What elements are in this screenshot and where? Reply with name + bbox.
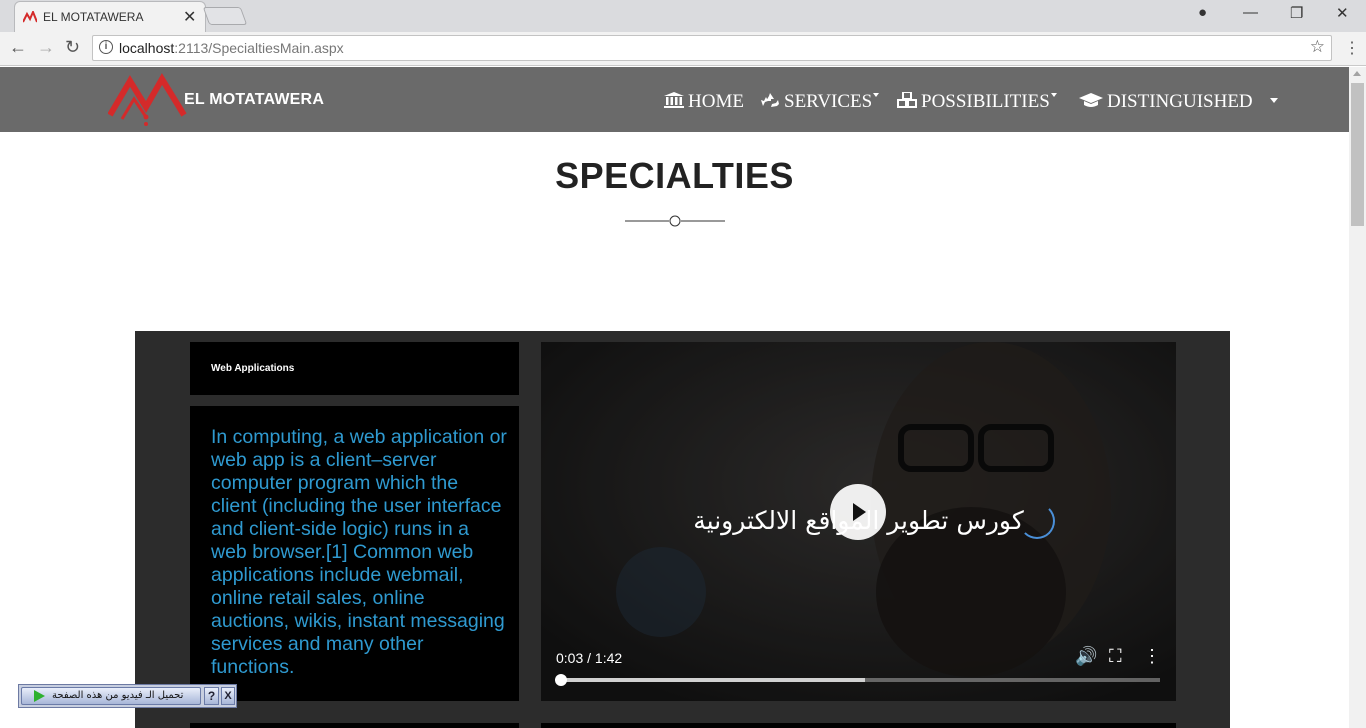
help-icon[interactable]: ? (204, 687, 219, 705)
specialty-card-body: In computing, a web application or web a… (190, 406, 519, 701)
video-scrubber-handle[interactable] (554, 674, 567, 686)
browser-toolbar: ← → ↻ i localhost:2113/SpecialtiesMain.a… (0, 32, 1366, 66)
video-buffer-fill (557, 678, 865, 682)
chevron-down-icon (873, 93, 880, 97)
video-progress-bar[interactable] (554, 674, 1160, 686)
specialty-title: Web Applications (211, 363, 295, 374)
motatawera-logo-icon (23, 11, 37, 23)
reload-button[interactable]: ↻ (65, 37, 80, 58)
brand-name[interactable]: EL MOTATAWERA (184, 91, 324, 109)
specialty-section: Web Applications In computing, a web app… (135, 331, 1230, 728)
back-button[interactable]: ← (9, 37, 27, 58)
site-navbar: EL MOTATAWERA HOME SERVICES POSSIBILITIE… (0, 67, 1349, 132)
play-icon[interactable] (830, 484, 886, 540)
video-download-bar: تحميل الـ فيديو من هذه الصفحة ? X (18, 684, 237, 708)
page-viewport: EL MOTATAWERA HOME SERVICES POSSIBILITIE… (0, 67, 1349, 728)
chevron-down-icon[interactable] (1270, 98, 1278, 103)
nav-distinguished[interactable]: DISTINGUISHED (1079, 91, 1253, 113)
nav-services-label: SERVICES (784, 91, 873, 112)
restore-button[interactable]: ❐ (1290, 4, 1303, 22)
browser-menu-icon[interactable]: ⋮ (1344, 38, 1360, 58)
recycle-icon (761, 93, 779, 107)
address-bar[interactable]: i localhost:2113/SpecialtiesMain.aspx ☆ (92, 35, 1332, 61)
site-logo[interactable] (108, 73, 188, 127)
loading-spinner-icon (1019, 503, 1055, 539)
tab-close-icon[interactable]: ✕ (183, 7, 196, 27)
scrollbar-thumb[interactable] (1351, 83, 1364, 226)
specialty-card-header: Web Applications (190, 342, 519, 395)
next-card-header (190, 723, 519, 728)
chevron-down-icon (1050, 93, 1057, 97)
close-icon[interactable]: X (221, 687, 235, 705)
page-scrollbar[interactable] (1349, 67, 1366, 728)
nav-possibilities[interactable]: POSSIBILITIES (897, 91, 1057, 113)
graduation-cap-icon (1079, 93, 1103, 107)
fullscreen-icon[interactable]: ⛶ (1109, 646, 1122, 667)
site-info-icon[interactable]: i (99, 40, 113, 54)
forward-button[interactable]: → (37, 37, 55, 58)
page-title: SPECIALTIES (555, 155, 794, 196)
video-more-icon[interactable]: ⋮ (1143, 646, 1161, 667)
window-close-button[interactable]: ✕ (1336, 4, 1349, 22)
minimize-button[interactable]: — (1243, 4, 1258, 21)
address-url[interactable]: localhost:2113/SpecialtiesMain.aspx (119, 40, 344, 56)
url-host: localhost (119, 40, 175, 56)
nav-home[interactable]: HOME (664, 91, 744, 113)
play-icon (34, 690, 45, 702)
account-icon[interactable]: ● (1198, 4, 1207, 21)
bank-icon (664, 92, 684, 108)
nav-services[interactable]: SERVICES (760, 91, 880, 113)
video-time: 0:03 / 1:42 (556, 650, 623, 666)
download-video-label: تحميل الـ فيديو من هذه الصفحة (52, 690, 184, 701)
browser-tab-strip: EL MOTATAWERA ✕ ● — ❐ ✕ (0, 0, 1366, 32)
url-path: :2113/SpecialtiesMain.aspx (174, 40, 344, 56)
next-video-player[interactable] (541, 723, 1176, 728)
nav-distinguished-label: DISTINGUISHED (1107, 91, 1253, 112)
nav-home-label: HOME (688, 91, 744, 112)
download-video-button[interactable]: تحميل الـ فيديو من هذه الصفحة (21, 687, 201, 705)
scroll-up-icon[interactable] (1353, 71, 1361, 76)
volume-icon[interactable]: 🔊 (1075, 646, 1097, 667)
cubes-icon (897, 92, 917, 108)
tab-title: EL MOTATAWERA (43, 10, 144, 24)
title-divider (625, 215, 725, 227)
nav-possibilities-label: POSSIBILITIES (921, 91, 1050, 112)
new-tab-button[interactable] (202, 7, 248, 25)
specialty-description: In computing, a web application or web a… (211, 426, 507, 678)
browser-tab[interactable]: EL MOTATAWERA ✕ (14, 1, 206, 32)
bookmark-star-icon[interactable]: ☆ (1310, 37, 1325, 57)
video-player[interactable]: كورس تطوير المواقع الالكترونية 0:03 / 1:… (541, 342, 1176, 701)
